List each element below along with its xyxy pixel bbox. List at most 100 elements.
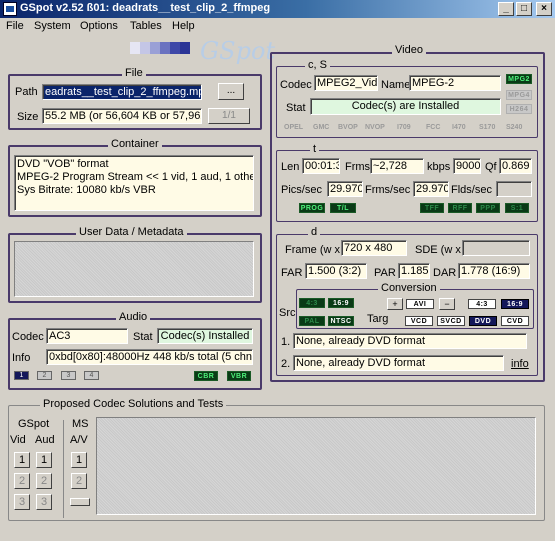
audio-stream-4[interactable]: 4	[84, 371, 99, 380]
kbps-label: kbps	[427, 161, 451, 173]
av-2-button[interactable]: 2	[71, 473, 87, 489]
container-group-title: Container	[108, 138, 162, 150]
timing-subgroup-title: t	[310, 143, 320, 155]
av-1-button[interactable]: 1	[71, 452, 87, 468]
target-16-9-button[interactable]: 16:9	[501, 299, 529, 309]
profile-s170: S170	[479, 124, 496, 131]
vid-3-button[interactable]: 3	[14, 494, 30, 510]
frms-sec-label: Frms/sec	[365, 184, 411, 196]
rff-indicator: RFF	[448, 203, 472, 213]
path-field[interactable]: eadrats__test_clip_2_ffmpeg.mpe	[42, 84, 202, 100]
qf-field: 0.869	[499, 158, 532, 174]
far-label: FAR	[281, 267, 303, 279]
src-label: Src	[279, 307, 296, 319]
vid-2-button[interactable]: 2	[14, 473, 30, 489]
far-field: 1.500 (3:2)	[305, 263, 367, 279]
window-title: GSpot v2.52 ß01: deadrats__test_clip_2_f…	[20, 2, 271, 14]
video-name-label: Name	[381, 79, 411, 91]
audio-stream-3[interactable]: 3	[61, 371, 76, 380]
profile-s240: S240	[506, 124, 523, 131]
video-group-title: Video	[392, 44, 426, 56]
conversion-2-field: None, already DVD format	[293, 355, 504, 371]
cbr-indicator: CBR	[194, 371, 218, 381]
video-name-field: MPEG-2	[409, 75, 501, 91]
src-ntsc-indicator: NTSC	[328, 316, 354, 326]
s1-indicator: S:1	[505, 203, 529, 213]
mpg2-indicator: MPG2	[506, 74, 532, 84]
container-line: MPEG-2 Program Stream << 1 vid, 1 aud, 1…	[17, 171, 254, 183]
src-4-3-indicator: 4:3	[299, 298, 325, 308]
profile-i709: I709	[397, 124, 411, 131]
menu-options[interactable]: Options	[80, 20, 118, 32]
remove-button[interactable]: −	[439, 298, 455, 310]
menu-bar: File System Options Tables Help	[0, 18, 555, 36]
aud-3-button[interactable]: 3	[36, 494, 52, 510]
pics-sec-field: 29.970	[327, 181, 363, 197]
add-button[interactable]: +	[387, 298, 403, 310]
frame-field: 720 x 480	[341, 240, 407, 256]
vid-1-button[interactable]: 1	[14, 452, 30, 468]
av-test-button[interactable]	[70, 498, 90, 506]
h264-indicator: H264	[506, 104, 532, 114]
conversion-2-number: 2.	[281, 358, 291, 370]
audio-stream-1[interactable]: 1	[14, 371, 29, 380]
maximize-button[interactable]: □	[516, 2, 532, 16]
vbr-indicator: VBR	[227, 371, 251, 381]
profile-gmc: GMC	[313, 124, 330, 131]
page-indicator: 1/1	[208, 108, 250, 124]
menu-help[interactable]: Help	[172, 20, 195, 32]
avi-button[interactable]: AVI	[406, 299, 434, 309]
len-field: 00:01:3	[302, 158, 340, 174]
kbps-field: 9000	[453, 158, 481, 174]
profile-bvop: BVOP	[338, 124, 358, 131]
flds-sec-field	[496, 181, 532, 197]
ppp-indicator: PPP	[476, 203, 500, 213]
target-dvd-button[interactable]: DVD	[469, 316, 497, 326]
title-bar[interactable]: GSpot v2.52 ß01: deadrats__test_clip_2_f…	[0, 0, 555, 18]
par-label: PAR	[374, 267, 396, 279]
minimize-button[interactable]: _	[498, 2, 514, 16]
audio-stat-field: Codec(s) Installed	[157, 328, 253, 344]
audio-info-label: Info	[12, 352, 31, 364]
sde-field	[462, 240, 530, 256]
target-cvd-button[interactable]: CVD	[501, 316, 529, 326]
tff-indicator: TFF	[420, 203, 444, 213]
audio-codec-label: Codec	[12, 331, 44, 343]
browse-button[interactable]: ...	[218, 83, 244, 100]
aud-2-button[interactable]: 2	[36, 473, 52, 489]
profile-opel: OPEL	[284, 124, 304, 131]
audio-info-field: 0xbd[0x80]:48000Hz 448 kb/s total (5 chn…	[46, 349, 253, 365]
column-divider	[63, 420, 64, 518]
size-field: 55.2 MB (or 56,604 KB or 57,962,	[42, 108, 202, 124]
dimensions-subgroup-title: d	[308, 226, 321, 238]
audio-codec-field: AC3	[46, 328, 128, 344]
close-button[interactable]: ×	[536, 2, 552, 16]
gspot-column-label: GSpot	[18, 418, 50, 430]
menu-system[interactable]: System	[34, 20, 71, 32]
info-link[interactable]: info	[511, 358, 529, 370]
container-info: DVD "VOB" format MPEG-2 Program Stream <…	[14, 155, 254, 211]
proposed-solutions-box	[96, 417, 536, 515]
tl-indicator: T/L	[330, 203, 356, 213]
frame-label: Frame (w x	[285, 244, 340, 256]
target-4-3-button[interactable]: 4:3	[468, 299, 496, 309]
frms-label: Frms	[345, 161, 371, 173]
audio-group-title: Audio	[116, 311, 151, 323]
video-codec-field: MPEG2_Vid	[314, 75, 378, 91]
codec-subgroup-title: c, S	[305, 59, 330, 71]
profile-fcc: FCC	[426, 124, 441, 131]
profile-nvop: NVOP	[365, 124, 385, 131]
menu-tables[interactable]: Tables	[130, 20, 162, 32]
path-label: Path	[15, 86, 38, 98]
container-line: DVD "VOB" format	[17, 158, 109, 170]
target-vcd-button[interactable]: VCD	[405, 316, 433, 326]
mpg4-indicator: MPG4	[506, 90, 532, 100]
target-svcd-button[interactable]: SVCD	[437, 316, 465, 326]
aud-1-button[interactable]: 1	[36, 452, 52, 468]
menu-file[interactable]: File	[6, 20, 24, 32]
sde-label: SDE (w x	[415, 244, 461, 256]
video-stat-field: Codec(s) are Installed	[310, 98, 501, 115]
vid-label: Vid	[10, 434, 26, 446]
audio-stream-2[interactable]: 2	[37, 371, 52, 380]
gspot-logo: GSpot	[200, 37, 276, 65]
